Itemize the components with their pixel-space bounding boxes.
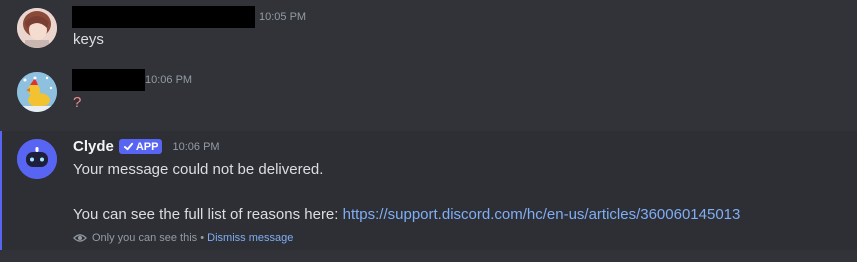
message-2: 10:06 PM ? [0, 62, 857, 130]
redacted-username [72, 6, 255, 28]
message-header: 10:05 PM [72, 6, 306, 28]
clyde-avatar[interactable] [17, 139, 57, 179]
user-avatar[interactable] [17, 72, 57, 112]
line-text: You can see the full list of reasons her… [73, 206, 343, 223]
app-badge: APP [118, 139, 163, 154]
author-name[interactable]: Clyde [73, 138, 114, 155]
ephemeral-text: Only you can see this [92, 232, 198, 244]
user-avatar[interactable] [17, 8, 57, 48]
message-header: Clyde APP 10:06 PM [73, 138, 220, 155]
separator: • [197, 232, 208, 244]
duck-avatar-icon [17, 72, 57, 112]
clyde-message: Clyde APP 10:06 PM Your message could no… [0, 131, 857, 250]
dismiss-message-link[interactable]: Dismiss message [207, 232, 293, 244]
timestamp: 10:05 PM [259, 11, 307, 23]
message-content: ? [73, 94, 82, 111]
redacted-username [72, 69, 145, 91]
timestamp: 10:06 PM [172, 140, 220, 153]
message-header: 10:06 PM [72, 69, 192, 91]
app-badge-label: APP [135, 140, 159, 153]
message-1: 10:05 PM keys [0, 0, 857, 62]
message-line: Your message could not be delivered. [73, 161, 324, 178]
checkmark-icon [123, 142, 133, 151]
message-content: keys [73, 31, 104, 48]
timestamp: 10:06 PM [145, 74, 193, 86]
robot-avatar-icon [17, 139, 57, 179]
anime-avatar-icon [17, 8, 57, 48]
message-line: You can see the full list of reasons her… [73, 206, 740, 223]
eye-icon [73, 234, 87, 242]
ephemeral-notice: Only you can see this • Dismiss message [73, 231, 293, 245]
support-link[interactable]: https://support.discord.com/hc/en-us/art… [343, 206, 741, 223]
